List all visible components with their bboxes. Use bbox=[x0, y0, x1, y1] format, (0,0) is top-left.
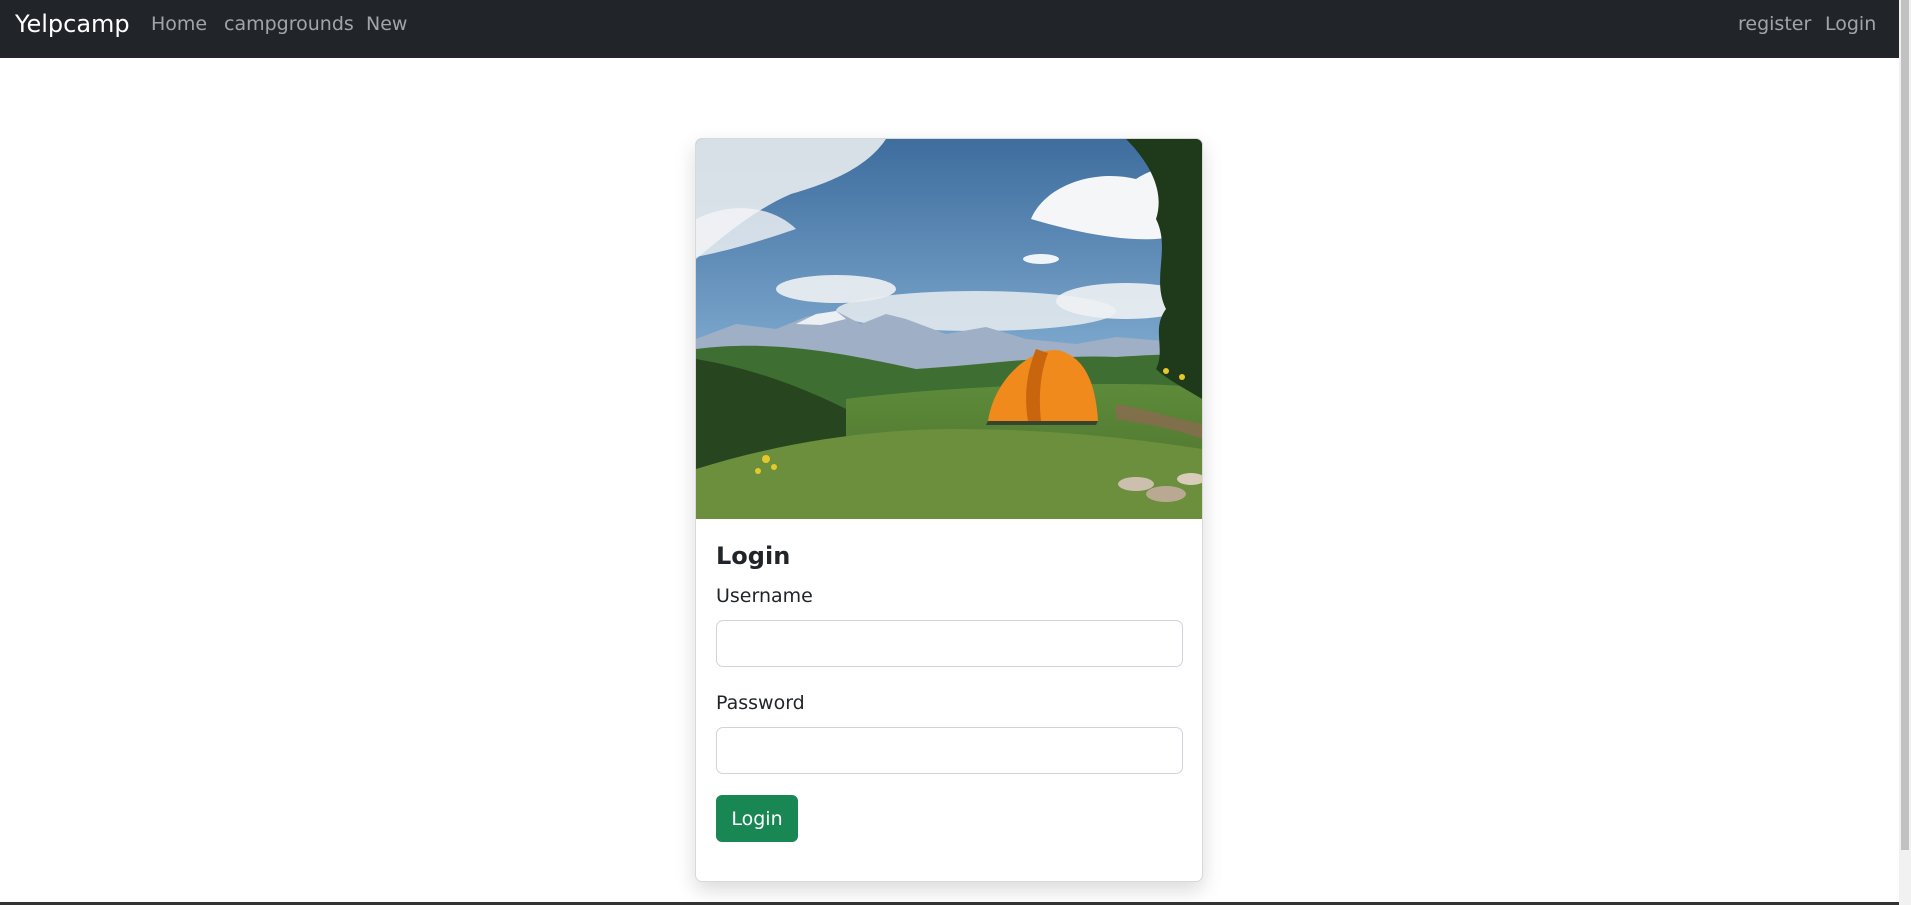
login-title: Login bbox=[716, 542, 791, 570]
brand-link[interactable]: Yelpcamp bbox=[15, 10, 130, 38]
username-label: Username bbox=[716, 585, 813, 607]
password-input[interactable] bbox=[716, 727, 1183, 774]
username-input[interactable] bbox=[716, 620, 1183, 667]
nav-link-login[interactable]: Login bbox=[1825, 13, 1876, 35]
password-label: Password bbox=[716, 692, 805, 714]
login-card: Login Username Password Login bbox=[695, 138, 1203, 882]
nav-link-home[interactable]: Home bbox=[151, 13, 207, 35]
navbar: Yelpcamp Home campgrounds New register L… bbox=[0, 0, 1899, 58]
nav-link-campgrounds[interactable]: campgrounds bbox=[224, 13, 354, 35]
nav-link-register[interactable]: register bbox=[1738, 13, 1811, 35]
nav-link-new[interactable]: New bbox=[366, 13, 407, 35]
login-submit-button[interactable]: Login bbox=[716, 795, 798, 842]
scrollbar-thumb[interactable] bbox=[1901, 0, 1909, 850]
campground-image bbox=[696, 139, 1202, 519]
